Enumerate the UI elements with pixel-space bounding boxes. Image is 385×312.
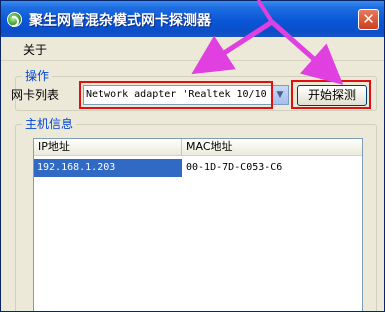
window-title: 聚生网管混杂模式网卡探测器	[29, 13, 211, 29]
highlight-box-nic	[79, 81, 273, 109]
menu-bar: 关于	[1, 37, 384, 61]
highlight-box-start	[291, 80, 371, 109]
mac-cell: 00-1D-7D-C053-C6	[186, 162, 283, 173]
nic-list-label: 网卡列表	[11, 88, 60, 102]
host-info-legend: 主机信息	[22, 117, 77, 131]
ip-cell: 192.168.1.203	[34, 159, 182, 177]
close-button[interactable]: ✕	[358, 9, 379, 30]
column-header-ip[interactable]: IP地址	[34, 139, 182, 156]
host-list[interactable]: IP地址 MAC地址 192.168.1.203 00-1D-7D-C053-C…	[33, 138, 363, 311]
table-row[interactable]: 192.168.1.203 00-1D-7D-C053-C6	[34, 159, 362, 177]
host-list-header: IP地址 MAC地址	[34, 139, 362, 156]
title-bar[interactable]: 聚生网管混杂模式网卡探测器 ✕	[1, 1, 384, 37]
close-icon: ✕	[362, 10, 375, 28]
operation-legend: 操作	[22, 69, 53, 83]
app-window: 聚生网管混杂模式网卡探测器 ✕ 关于 操作 网卡列表 Network adapt…	[0, 0, 385, 312]
app-icon	[7, 12, 22, 27]
column-header-mac[interactable]: MAC地址	[182, 139, 362, 156]
chevron-down-icon[interactable]: ▼	[271, 86, 288, 104]
menu-about[interactable]: 关于	[23, 41, 47, 58]
